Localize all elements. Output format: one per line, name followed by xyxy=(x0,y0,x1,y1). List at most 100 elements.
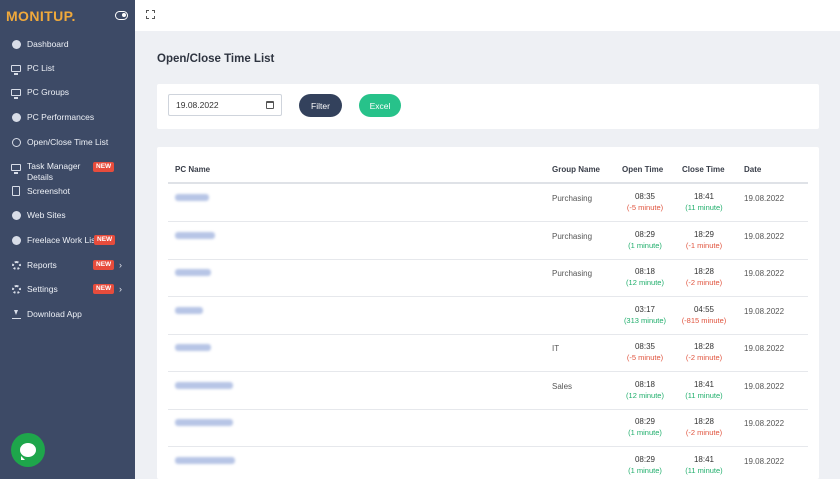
column-header-open-time[interactable]: Open Time xyxy=(622,165,663,174)
page-title: Open/Close Time List xyxy=(157,53,275,65)
new-badge: NEW xyxy=(93,284,115,294)
column-header-close-time[interactable]: Close Time xyxy=(682,165,725,174)
close-time-diff: (-815 minute) xyxy=(681,315,727,325)
sidebar-item-web-sites[interactable]: Web Sites xyxy=(0,203,135,227)
chat-icon xyxy=(20,443,36,460)
date-cell: 19.08.2022 xyxy=(744,419,785,428)
date-cell: 19.08.2022 xyxy=(744,344,785,353)
sidebar-item-label: Download App xyxy=(27,308,82,319)
close-time-cell: 18:41 xyxy=(693,379,715,389)
pc-name-link[interactable] xyxy=(175,231,215,239)
group-name-cell: IT xyxy=(552,344,560,353)
sidebar-toggle-icon[interactable] xyxy=(115,11,128,20)
gauge-icon xyxy=(11,112,21,122)
close-time-diff: (11 minute) xyxy=(685,203,723,212)
pc-name-link[interactable] xyxy=(175,306,203,314)
open-time-cell: 08:18 xyxy=(634,379,656,389)
close-time-diff: (11 minute) xyxy=(685,390,723,400)
sidebar-item-label: Screenshot xyxy=(27,185,70,196)
download-icon xyxy=(11,309,21,319)
sidebar-item-label: Dashboard xyxy=(27,38,69,49)
monitor-icon xyxy=(11,162,21,174)
column-header-group-name[interactable]: Group Name xyxy=(552,165,600,174)
open-time-cell: 03:17 xyxy=(634,304,656,314)
sidebar-item-label: Web Sites xyxy=(27,209,66,220)
close-time-cell: 18:29 xyxy=(693,229,715,239)
date-cell: 19.08.2022 xyxy=(744,381,785,391)
sidebar-item-label: Freelace Work List xyxy=(27,234,98,245)
sidebar-item-label: Reports xyxy=(27,259,57,270)
column-header-date[interactable]: Date xyxy=(744,165,761,174)
globe-icon xyxy=(11,210,21,220)
column-header-pc-name[interactable]: PC Name xyxy=(175,165,210,174)
pc-name-link[interactable] xyxy=(175,419,233,426)
group-name-cell: Purchasing xyxy=(552,194,593,203)
sidebar-item-label: PC Groups xyxy=(27,86,70,97)
globe-icon xyxy=(11,235,21,245)
chat-button[interactable] xyxy=(11,433,45,467)
date-value: 19.08.2022 xyxy=(176,100,219,110)
close-time-diff: (11 minute) xyxy=(685,465,723,475)
date-cell: 19.08.2022 xyxy=(744,269,785,278)
sidebar-item-label: Open/Close Time List xyxy=(27,136,109,147)
close-time-cell: 04:55 xyxy=(693,304,715,314)
pc-name-link[interactable] xyxy=(175,344,211,351)
close-time-diff: (-2 minute) xyxy=(685,353,723,362)
sidebar-item-reports[interactable]: Reports NEW › xyxy=(0,253,135,277)
date-cell: 19.08.2022 xyxy=(744,456,785,466)
pc-name-link[interactable] xyxy=(175,456,235,464)
excel-button[interactable]: Excel xyxy=(359,94,401,117)
table-row: 08:29 (1 minute) 18:28 (-2 minute) 19.08.202… xyxy=(168,409,808,447)
sidebar-item-pc-performances[interactable]: PC Performances xyxy=(0,105,135,129)
sidebar-item-pc-groups[interactable]: PC Groups xyxy=(0,80,135,104)
sidebar-item-download-app[interactable]: Download App xyxy=(0,302,135,326)
sidebar-item-open-close-time-list[interactable]: Open/Close Time List xyxy=(0,130,135,154)
date-input[interactable]: 19.08.2022 xyxy=(168,94,282,116)
date-cell: 19.08.2022 xyxy=(744,231,785,241)
close-time-cell: 18:28 xyxy=(693,417,715,426)
close-time-cell: 18:28 xyxy=(693,267,715,276)
dashboard-icon xyxy=(11,39,21,49)
table-row: 03:17 (313 minute) 04:55 (-815 minute) 19.08… xyxy=(168,297,808,335)
table-row: IT 08:35 (-5 minute) 18:28 (-2 minute) 19.08.… xyxy=(168,334,808,372)
chevron-right-icon: › xyxy=(119,284,122,294)
sidebar-item-label: PC List xyxy=(27,62,55,73)
pc-name-link[interactable] xyxy=(175,381,233,389)
sidebar-item-screenshot[interactable]: Screenshot xyxy=(0,179,135,203)
group-name-cell: Purchasing xyxy=(552,269,593,278)
close-time-cell: 18:28 xyxy=(693,342,715,351)
gear-icon xyxy=(11,260,21,270)
filter-button[interactable]: Filter xyxy=(299,94,342,117)
fullscreen-icon[interactable] xyxy=(146,10,155,19)
sidebar-item-pc-list[interactable]: PC List xyxy=(0,56,135,80)
sidebar-item-settings[interactable]: Settings NEW › xyxy=(0,277,135,301)
sidebar-item-freelace-work-list[interactable]: Freelace Work List NEW xyxy=(0,228,135,252)
table-row: Purchasing 08:18 (12 minute) 18:28 (-2 minut… xyxy=(168,259,808,297)
open-time-cell: 08:18 xyxy=(634,267,656,276)
pc-name-link[interactable] xyxy=(175,269,211,276)
date-cell: 19.08.2022 xyxy=(744,194,785,203)
sidebar-item-label: PC Performances xyxy=(27,111,95,122)
gear-icon xyxy=(11,284,21,294)
new-badge: NEW xyxy=(93,162,115,172)
open-time-cell: 08:29 xyxy=(634,454,656,464)
close-time-cell: 18:41 xyxy=(693,192,715,201)
open-time-cell: 08:29 xyxy=(634,229,656,239)
new-badge: NEW xyxy=(94,235,116,245)
document-icon xyxy=(11,186,21,196)
pc-name-link[interactable] xyxy=(175,194,209,201)
calendar-icon[interactable] xyxy=(266,101,274,109)
table-row: 08:29 (1 minute) 18:41 (11 minute) 19.08.202… xyxy=(168,447,808,479)
sidebar-item-label: Settings xyxy=(27,283,58,294)
monitor-icon xyxy=(11,63,21,75)
clock-icon xyxy=(11,137,21,147)
close-time-cell: 18:41 xyxy=(693,454,715,464)
time-list-table: PC Name Group Name Open Time Close Time … xyxy=(157,147,819,479)
brand-bar: MONITUP. xyxy=(0,0,135,31)
close-time-diff: (-1 minute) xyxy=(685,240,723,250)
table-row: Purchasing 08:29 (1 minute) 18:29 (-1 minute… xyxy=(168,222,808,260)
brand-logo: MONITUP. xyxy=(6,7,76,24)
top-bar xyxy=(135,0,840,31)
close-time-diff: (-2 minute) xyxy=(685,428,723,437)
sidebar-item-dashboard[interactable]: Dashboard xyxy=(0,32,135,56)
